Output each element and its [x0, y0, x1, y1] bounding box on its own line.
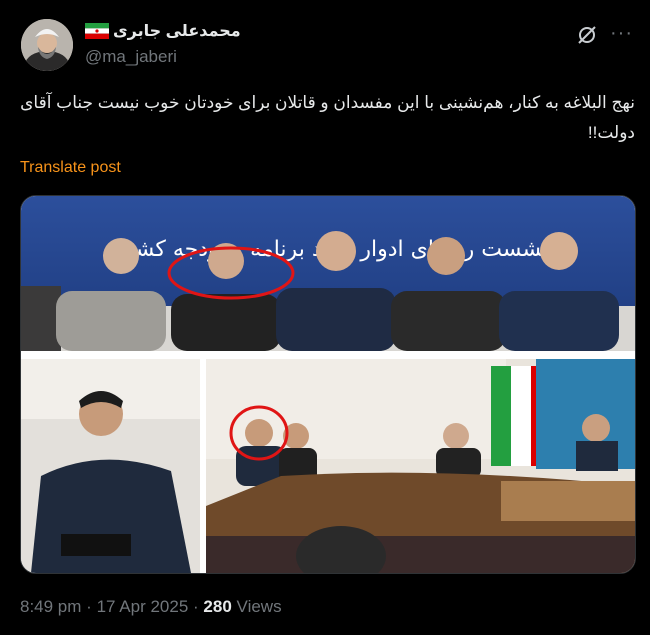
meta-separator: · [193, 597, 199, 616]
media-photo-collage: نشست روسای ادوار ستاد برنامه و بودجه کشو… [21, 196, 635, 573]
translate-post-link[interactable]: Translate post [20, 159, 121, 177]
author-avatar[interactable] [21, 19, 73, 71]
views-label: Views [236, 597, 282, 616]
post-text: نهج البلاغه به کنار، هم‌نشینی با این مفس… [20, 93, 635, 142]
author-display-name[interactable]: محمدعلی جابری [113, 21, 241, 41]
post-date[interactable]: 17 Apr 2025 [97, 597, 189, 616]
avatar-image [21, 19, 73, 71]
grok-icon[interactable] [576, 24, 598, 46]
post-time[interactable]: 8:49 pm [20, 597, 81, 616]
more-icon[interactable]: ··· [610, 22, 633, 44]
author-handle[interactable]: @ma_jaberi [85, 47, 177, 67]
views-count[interactable]: 280 [203, 597, 231, 616]
iran-flag-icon [85, 23, 109, 39]
post-media[interactable]: نشست روسای ادوار ستاد برنامه و بودجه کشو… [20, 195, 636, 574]
post-meta: 8:49 pm · 17 Apr 2025 · 280 Views [20, 597, 282, 617]
meta-separator: · [86, 597, 92, 616]
author-name-row: محمدعلی جابری [85, 20, 241, 42]
